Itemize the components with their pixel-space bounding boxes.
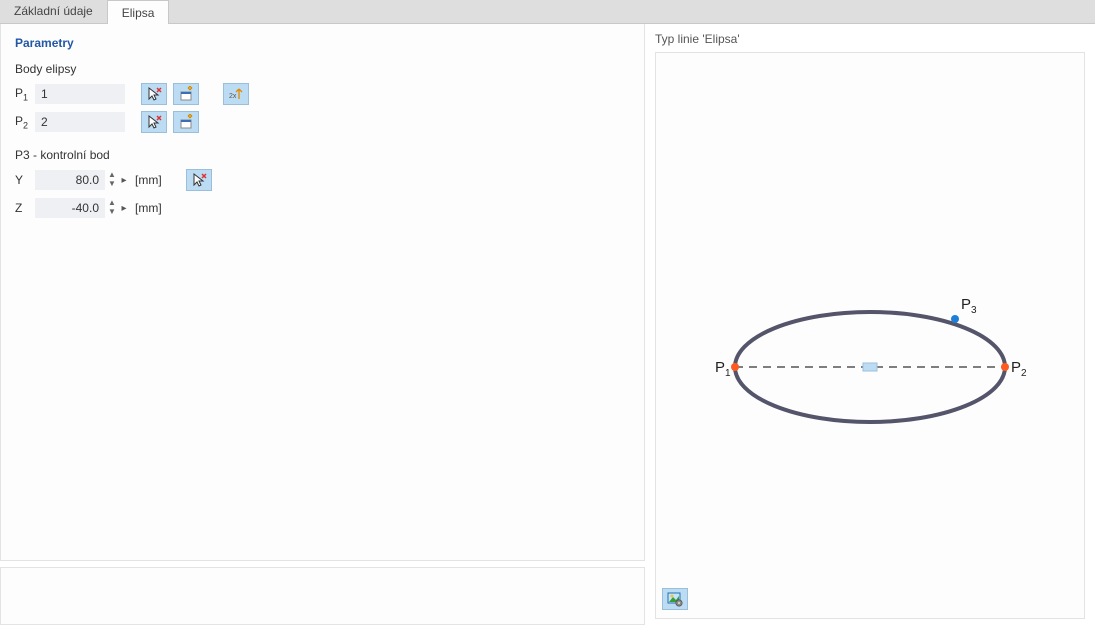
y-spin-down[interactable]: ▼ [107,180,117,189]
p1-input[interactable] [35,84,125,104]
pick-control-point-button[interactable] [186,169,212,191]
cursor-pick-icon [191,172,207,188]
tab-basic[interactable]: Základní údaje [0,0,107,23]
mirror-points-button[interactable]: 2x [223,83,249,105]
pick-point-p2-button[interactable] [141,111,167,133]
z-unit: [mm] [135,201,162,215]
z-spin-down[interactable]: ▼ [107,208,117,217]
svg-text:P2: P2 [1011,359,1027,379]
svg-text:2x: 2x [229,93,237,100]
preview-area: P1 P2 P3 [655,52,1085,619]
y-unit: [mm] [135,173,162,187]
tab-basic-label: Základní údaje [14,4,93,18]
ellipse-points-title: Body elipsy [15,62,630,76]
control-point-title: P3 - kontrolní bod [15,148,630,162]
z-spinner[interactable]: ▲ ▼ [107,199,117,217]
z-input[interactable] [35,198,105,218]
tabbar: Základní údaje Elipsa [0,0,1095,24]
new-node-icon [178,86,194,102]
cursor-pick-icon [146,86,162,102]
z-arrow-button[interactable]: ▸ [119,203,129,214]
p2-input[interactable] [35,112,125,132]
p1-row: P1 2x [15,82,630,106]
z-label: Z [15,201,35,215]
svg-text:P3: P3 [961,297,977,316]
z-row: Z ▲ ▼ ▸ [mm] [15,196,630,220]
y-row: Y ▲ ▼ ▸ [mm] [15,168,630,192]
p1-label: P1 [15,86,35,102]
description-box [0,567,645,625]
y-arrow-button[interactable]: ▸ [119,175,129,186]
tab-ellipse-label: Elipsa [122,6,155,20]
y-spinner[interactable]: ▲ ▼ [107,171,117,189]
new-node-icon [178,114,194,130]
parameters-panel: Parametry Body elipsy P1 2x P2 [0,24,645,561]
ellipse-diagram: P1 P2 P3 [705,297,1035,437]
new-point-p1-button[interactable] [173,83,199,105]
cursor-pick-icon [146,114,162,130]
y-input[interactable] [35,170,105,190]
preview-title: Typ linie 'Elipsa' [655,32,1085,46]
svg-text:P1: P1 [715,359,731,379]
parameters-title: Parametry [15,36,630,50]
pick-point-p1-button[interactable] [141,83,167,105]
picture-settings-icon [667,591,683,607]
preview-settings-button[interactable] [662,588,688,610]
y-label: Y [15,173,35,187]
p2-label: P2 [15,114,35,130]
p2-row: P2 [15,110,630,134]
new-point-p2-button[interactable] [173,111,199,133]
mirror-icon: 2x [228,86,244,102]
tab-ellipse[interactable]: Elipsa [107,0,170,24]
